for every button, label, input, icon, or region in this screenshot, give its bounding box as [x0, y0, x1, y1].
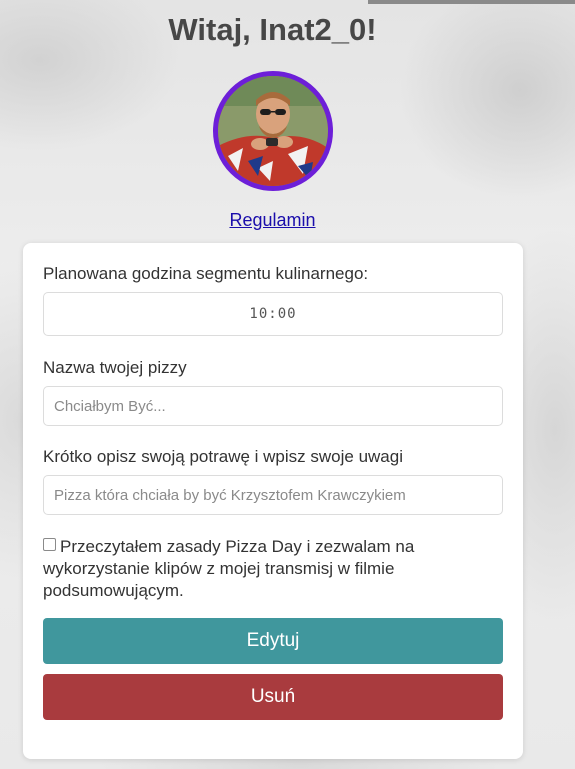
pizza-name-input[interactable] [54, 397, 492, 415]
terms-link[interactable]: Regulamin [0, 210, 545, 231]
avatar-photo [218, 76, 328, 186]
description-input[interactable] [54, 486, 492, 504]
time-input[interactable]: 10:00 [43, 292, 503, 336]
pizza-name-label: Nazwa twojej pizzy [43, 358, 187, 377]
description-label: Krótko opisz swoją potrawę i wpisz swoje… [43, 447, 403, 466]
consent-text: Przeczytałem zasady Pizza Day i zezwalam… [43, 537, 415, 600]
edit-button[interactable]: Edytuj [43, 618, 503, 664]
consent-checkbox[interactable] [43, 538, 56, 551]
time-value: 10:00 [249, 306, 297, 322]
page-title: Witaj, Inat2_0! [168, 12, 377, 47]
delete-button[interactable]: Usuń [43, 674, 503, 720]
top-edge-bar [368, 0, 575, 4]
pizza-name-field[interactable] [43, 386, 503, 426]
pizza-form-card: Planowana godzina segmentu kulinarnego: … [23, 243, 523, 759]
time-label: Planowana godzina segmentu kulinarnego: [43, 264, 369, 283]
consent-row: Przeczytałem zasady Pizza Day i zezwalam… [43, 536, 483, 602]
description-field[interactable] [43, 475, 503, 515]
avatar [213, 71, 333, 191]
